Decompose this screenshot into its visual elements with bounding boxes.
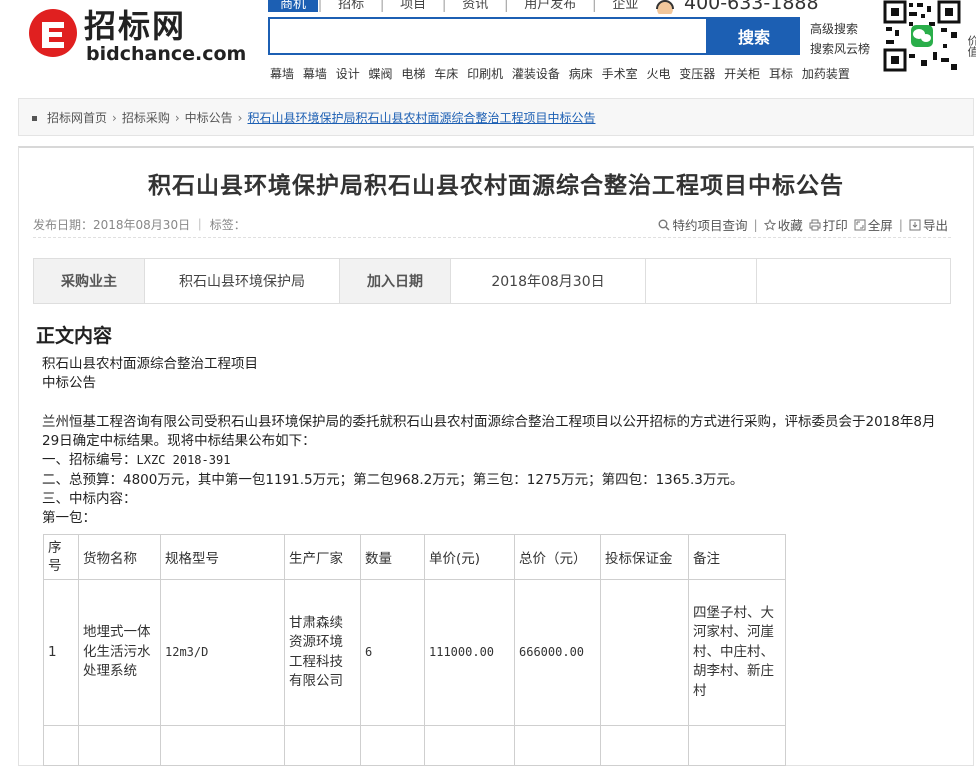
keyword-link[interactable]: 车床: [434, 67, 458, 81]
table-header-row: 序号 货物名称 规格型号 生产厂家 数量 单价(元) 总价（元） 投标保证金 备…: [43, 534, 786, 580]
export-button[interactable]: 导出: [923, 215, 948, 234]
breadcrumb-home[interactable]: 招标网首页: [47, 111, 107, 125]
body-line: 中标公告: [42, 375, 96, 392]
breadcrumb-procurement[interactable]: 招标采购: [122, 111, 170, 125]
buyer-label: 采购业主: [33, 258, 145, 304]
cell-spec: 12m3/D: [160, 579, 285, 726]
cell-remark: 四堡子村、大河家村、河崖村、中庄村、胡李村、新庄村: [688, 579, 786, 726]
col-header: 备注: [688, 534, 786, 580]
search-ranking-link[interactable]: 搜索风云榜: [810, 40, 870, 57]
col-header: 货物名称: [78, 534, 161, 580]
buyer-value: 积石山县环境保护局: [144, 258, 340, 304]
search-input[interactable]: [268, 17, 708, 55]
nav-tab-shangji[interactable]: 商机: [268, 0, 319, 12]
keyword-link[interactable]: 电梯: [401, 67, 425, 81]
cell-name: 地埋式一体化生活污水处理系统: [78, 579, 161, 726]
keyword-link[interactable]: 火电: [646, 67, 670, 81]
customer-service-icon: [656, 0, 674, 14]
hotline-number: 400-633-1888: [684, 0, 819, 14]
cell-maker: 甘肃森续资源环境工程科技有限公司: [284, 579, 361, 726]
qr-code-icon: [883, 0, 961, 72]
table-row: [43, 725, 786, 766]
nav-tab-zhaobiao[interactable]: 招标: [322, 0, 380, 12]
keyword-link[interactable]: 幕墙: [303, 67, 327, 81]
hotline: 400-633-1888: [652, 0, 819, 14]
special-query-link[interactable]: 特约项目查询: [672, 215, 747, 234]
cell-qty: 6: [360, 579, 425, 726]
col-header: 总价（元）: [514, 534, 601, 580]
cell-deposit: [600, 579, 689, 726]
keyword-link[interactable]: 病床: [569, 67, 593, 81]
keyword-link[interactable]: 设计: [336, 67, 360, 81]
keyword-link[interactable]: 印刷机: [467, 67, 503, 81]
body-line: 三、中标内容：: [42, 491, 137, 508]
divider: [33, 237, 951, 238]
keyword-link[interactable]: 变压器: [679, 67, 715, 81]
page-title: 积石山县环境保护局积石山县农村面源综合整治工程项目中标公告: [148, 173, 844, 199]
logo-chinese: 招标网: [84, 7, 187, 45]
keyword-link[interactable]: 灌装设备: [512, 67, 560, 81]
nav-tab-zixun[interactable]: 资讯: [446, 0, 504, 12]
fullscreen-icon: [854, 219, 866, 230]
body-line: 二、总预算：4800万元，其中第一包1191.5万元；第二包968.2万元；第三…: [42, 471, 744, 488]
col-header: 规格型号: [160, 534, 285, 580]
top-nav: 商机 | 招标 | 项目 | 资讯 | 用户发布 | 企业: [268, 0, 654, 14]
edge-banner-text[interactable]: 价值: [965, 35, 976, 57]
bullet-icon: [32, 116, 37, 121]
empty-cell: [645, 258, 757, 304]
col-header: 序号: [43, 534, 79, 580]
body-line: 一、招标编号：LXZC 2018-391: [42, 452, 231, 469]
cell-total: 666000.00: [514, 579, 601, 726]
favorite-button[interactable]: 收藏: [778, 215, 803, 234]
search-button[interactable]: 搜索: [708, 17, 800, 55]
article-toolbar: 特约项目查询 | 收藏 打印 全屏 | 导出: [658, 215, 948, 234]
nav-tab-qiye[interactable]: 企业: [596, 0, 654, 12]
date-value: 2018年08月30日: [450, 258, 646, 304]
col-header: 生产厂家: [284, 534, 361, 580]
print-button[interactable]: 打印: [823, 215, 848, 234]
export-icon: [909, 219, 921, 230]
logo-mark-icon: [29, 9, 77, 57]
keyword-link[interactable]: 开关柜: [724, 67, 760, 81]
hot-keywords: 幕墙 幕墙 设计 蝶阀 电梯 车床 印刷机 灌装设备 病床 手术室 火电 变压器…: [270, 65, 855, 82]
keyword-link[interactable]: 幕墙: [270, 67, 294, 81]
logo-english: bidchance.com: [86, 43, 247, 65]
nav-tab-user-publish[interactable]: 用户发布: [508, 0, 592, 12]
table-row: 1 地埋式一体化生活污水处理系统 12m3/D 甘肃森续资源环境工程科技有限公司…: [43, 579, 786, 726]
body-paragraph: 兰州恒基工程咨询有限公司受积石山县环境保护局的委托就积石山县农村面源综合整治工程…: [42, 413, 936, 450]
body-line: 积石山县农村面源综合整治工程项目: [42, 356, 258, 372]
col-header: 单价(元): [424, 534, 515, 580]
keyword-link[interactable]: 耳标: [769, 67, 793, 81]
site-logo[interactable]: 招标网 bidchance.com: [28, 7, 246, 64]
col-header: 数量: [360, 534, 425, 580]
keyword-link[interactable]: 蝶阀: [369, 67, 393, 81]
date-label: 加入日期: [339, 258, 451, 304]
info-table: 采购业主 积石山县环境保护局 加入日期 2018年08月30日: [33, 258, 951, 304]
body-line: 第一包：: [42, 510, 96, 527]
publish-meta: 发布日期：2018年08月30日 ｜ 标签：: [33, 218, 246, 232]
nav-tab-xiangmu[interactable]: 项目: [384, 0, 442, 12]
article-body: 积石山县农村面源综合整治工程项目 中标公告 兰州恒基工程咨询有限公司受积石山县环…: [42, 355, 947, 529]
search-icon: [658, 219, 671, 231]
print-icon: [809, 219, 821, 230]
keyword-link[interactable]: 加药装置: [802, 67, 850, 81]
cell-index: 1: [43, 579, 79, 726]
keyword-link[interactable]: 手术室: [602, 67, 638, 81]
breadcrumb-current[interactable]: 积石山县环境保护局积石山县农村面源综合整治工程项目中标公告: [247, 111, 595, 125]
award-table: 序号 货物名称 规格型号 生产厂家 数量 单价(元) 总价（元） 投标保证金 备…: [43, 534, 786, 766]
breadcrumb: 招标网首页 › 招标采购 › 中标公告 › 积石山县环境保护局积石山县农村面源综合整治工程项…: [32, 109, 596, 126]
fullscreen-button[interactable]: 全屏: [868, 215, 893, 234]
cell-unit-price: 111000.00: [424, 579, 515, 726]
breadcrumb-award-notice[interactable]: 中标公告: [185, 111, 233, 125]
empty-cell: [756, 258, 951, 304]
star-icon: [763, 218, 776, 231]
col-header: 投标保证金: [600, 534, 689, 580]
section-title: 正文内容: [36, 325, 113, 347]
advanced-search-link[interactable]: 高级搜索: [810, 20, 858, 37]
